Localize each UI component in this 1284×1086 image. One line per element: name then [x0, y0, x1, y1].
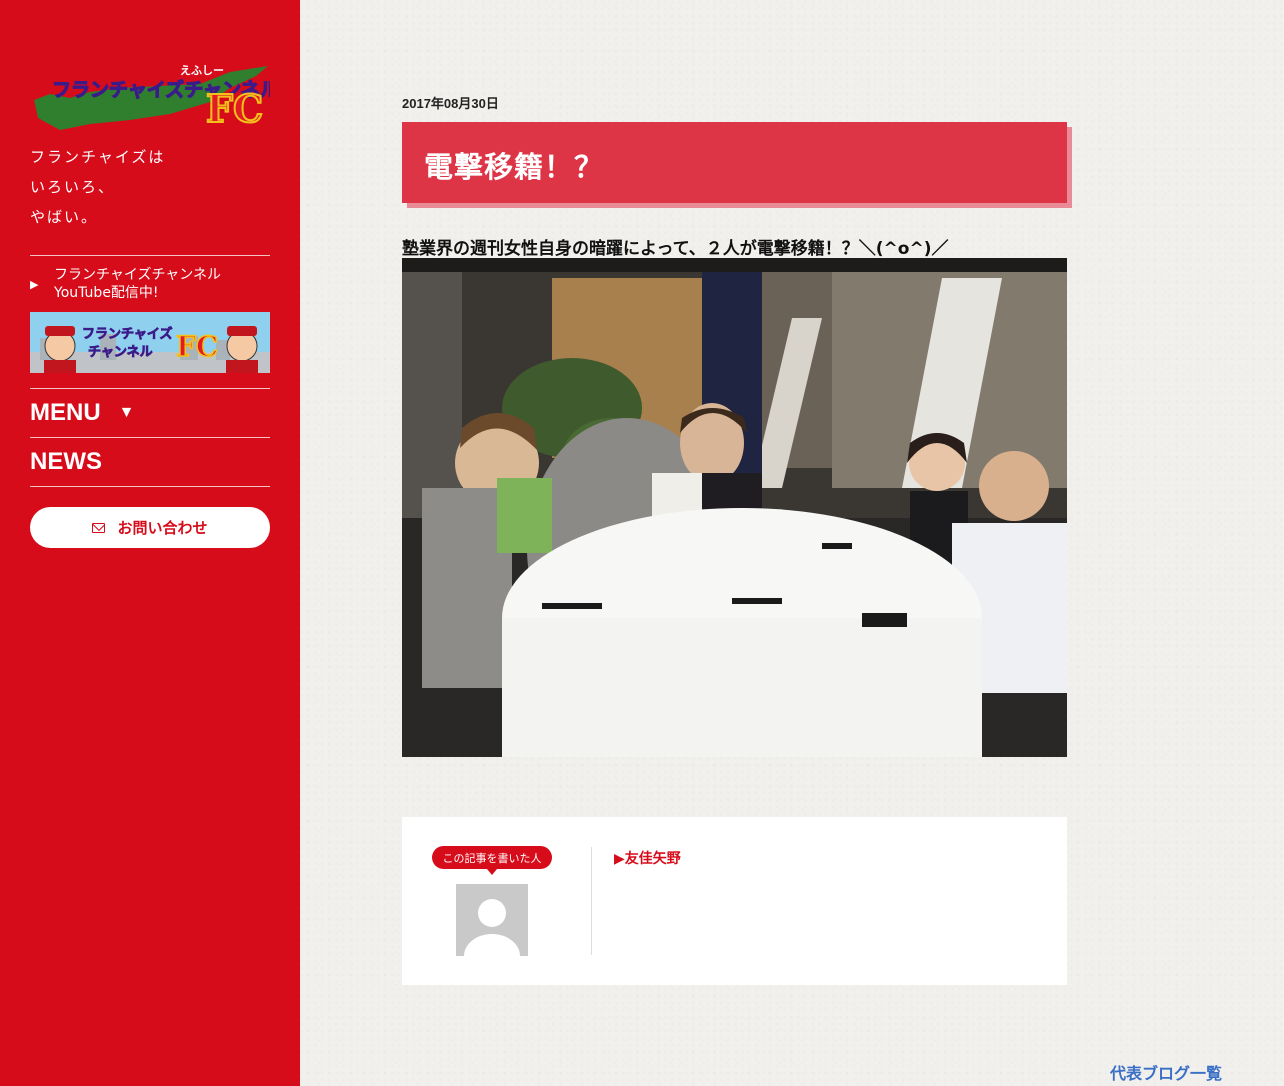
tagline-line: やばい。	[30, 208, 99, 226]
author-badge: この記事を書いた人	[432, 846, 552, 875]
youtube-link[interactable]: ▶ フランチャイズチャンネル YouTube配信中!	[30, 266, 270, 302]
author-box: この記事を書いた人 ▶友佳矢野	[402, 817, 1067, 985]
divider	[30, 388, 270, 389]
tagline-line: いろいろ、	[30, 178, 116, 196]
logo-mark: FC	[206, 86, 263, 131]
site-tagline: フランチャイズは いろいろ、 やばい。	[30, 142, 165, 232]
article-date: 2017年08月30日	[402, 96, 499, 111]
divider	[591, 847, 592, 955]
article-photo	[402, 258, 1067, 757]
news-link[interactable]: NEWS	[30, 448, 102, 476]
menu-toggle[interactable]: MENU ▼	[30, 399, 135, 427]
banner-text-1: フランチャイズ	[82, 326, 172, 342]
article-title: 電撃移籍！？	[424, 150, 605, 184]
title-box: 電撃移籍！？	[402, 122, 1067, 203]
divider	[30, 255, 270, 256]
avatar	[456, 884, 528, 956]
banner-mark: FC	[176, 330, 218, 363]
banner-text-2: チャンネル	[88, 345, 153, 360]
divider	[30, 486, 270, 487]
news-label: NEWS	[30, 448, 102, 475]
site-logo[interactable]: フランチャイズチャンネル えふしー FC	[30, 58, 279, 134]
contact-button[interactable]: お問い合わせ	[30, 507, 270, 548]
article-lead: 塾業界の週刊女性自身の暗躍によって、２人が電撃移籍！？＼(^o^)／	[402, 239, 949, 259]
menu-label: MENU	[30, 399, 101, 426]
blog-list-link[interactable]: 代表ブログ一覧	[1110, 1060, 1222, 1084]
play-icon: ▶	[30, 278, 39, 291]
logo-subtext: えふしー	[180, 64, 224, 77]
sidebar: フランチャイズチャンネル えふしー FC フランチャイズは いろいろ、 やばい。…	[0, 0, 300, 1086]
author-name-link[interactable]: ▶友佳矢野	[614, 848, 681, 868]
tagline-line: フランチャイズは	[30, 148, 166, 166]
triangle-down-icon: ▼	[118, 404, 135, 421]
mail-icon	[92, 522, 106, 533]
youtube-label-line2: YouTube配信中!	[54, 285, 159, 301]
youtube-banner[interactable]: フランチャイズ チャンネル FC	[30, 312, 270, 373]
divider	[30, 437, 270, 438]
youtube-label-line1: フランチャイズチャンネル	[54, 267, 222, 283]
contact-label: お問い合わせ	[117, 519, 208, 537]
